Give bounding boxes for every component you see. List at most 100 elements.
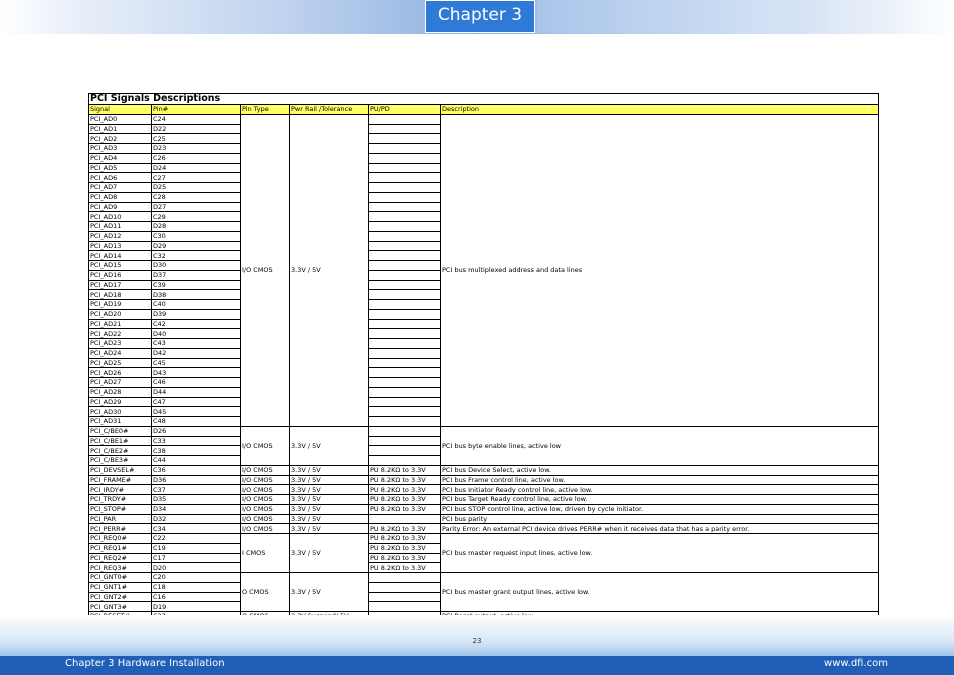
signal-cell: PCI_C/BE3# xyxy=(88,455,152,466)
header-stripe xyxy=(537,0,837,33)
pin-cell: C24 xyxy=(151,113,241,125)
column-header: Description xyxy=(439,104,880,115)
pin-cell: D23 xyxy=(151,143,241,154)
signal-cell: PCI_AD30 xyxy=(88,406,152,417)
description-cell: PCI bus parity xyxy=(439,513,880,525)
pwr-rail-cell: 3.3V / 5V xyxy=(289,494,369,505)
signal-cell: PCI_AD10 xyxy=(88,211,152,222)
pin-cell: D24 xyxy=(151,162,241,174)
pu-pd-cell xyxy=(368,396,441,408)
table-row: PCI_AD0 C24 I/O CMOS 3.3V / 5V PCI bus multi… xyxy=(88,113,880,427)
pin-cell: C44 xyxy=(151,455,241,466)
column-header: Pin# xyxy=(151,104,241,115)
pu-pd-cell xyxy=(368,377,441,388)
signal-cell: PCI_AD27 xyxy=(88,377,152,388)
signal-cell: PCI_C/BE1# xyxy=(88,435,152,447)
pin-cell: C40 xyxy=(151,299,241,310)
pwr-rail-cell: 3.3V / 5V xyxy=(289,113,369,427)
signal-cell: PCI_PAR xyxy=(88,513,152,525)
pu-pd-cell xyxy=(368,591,441,603)
page-number: 23 xyxy=(472,637,482,645)
pu-pd-cell xyxy=(368,581,441,593)
description-cell: PCI bus Frame control line, active low. xyxy=(439,474,880,486)
signal-cell: PCI_AD15 xyxy=(88,260,152,271)
pin-cell: C45 xyxy=(151,357,241,369)
pwr-rail-cell: 3.3V / 5V xyxy=(289,464,369,476)
pu-pd-cell: PU 8.2KΩ to 3.3V xyxy=(368,484,441,495)
pu-pd-cell: PU 8.2KΩ to 3.3V xyxy=(368,523,441,534)
pu-pd-cell: PU 8.2KΩ to 3.3V xyxy=(368,474,441,486)
pin-cell: C47 xyxy=(151,396,241,408)
pu-pd-cell xyxy=(368,182,441,193)
pin-cell: C22 xyxy=(151,533,241,544)
pin-cell: D32 xyxy=(151,513,241,525)
pu-pd-cell xyxy=(368,308,441,320)
pu-pd-cell xyxy=(368,230,441,242)
pin-cell: C29 xyxy=(151,211,241,222)
signal-cell: PCI_AD6 xyxy=(88,172,152,183)
signal-cell: PCI_AD18 xyxy=(88,289,152,300)
column-header: PU/PD xyxy=(368,104,441,115)
pin-cell: C16 xyxy=(151,591,241,603)
pu-pd-cell xyxy=(368,425,441,437)
pwr-rail-cell: 3.3V / 5V xyxy=(289,474,369,486)
pu-pd-cell: PU 8.2KΩ to 3.3V xyxy=(368,552,441,564)
pin-cell: C26 xyxy=(151,152,241,164)
pin-cell: C39 xyxy=(151,279,241,291)
pu-pd-cell xyxy=(368,172,441,183)
pin-cell: C46 xyxy=(151,377,241,388)
pu-pd-cell xyxy=(368,572,441,583)
pin-cell: D43 xyxy=(151,367,241,378)
pin-cell: C27 xyxy=(151,172,241,183)
pu-pd-cell xyxy=(368,269,441,281)
signal-cell: PCI_GNT0# xyxy=(88,572,152,583)
pin-cell: D29 xyxy=(151,240,241,252)
pin-cell: C36 xyxy=(151,464,241,476)
table-row: PCI_C/BE0# D26 I/O CMOS 3.3V / 5V PCI bus by… xyxy=(88,425,880,466)
description-cell: PCI bus STOP control line, active low, d… xyxy=(439,503,880,515)
signal-cell: PCI_AD2 xyxy=(88,133,152,144)
pin-type-cell: I/O CMOS xyxy=(240,484,290,495)
table-row: PCI_DEVSEL# C36 I/O CMOS 3.3V / 5V PU 8.2KΩ … xyxy=(88,464,880,476)
signal-cell: PCI_REQ2# xyxy=(88,552,152,564)
pu-pd-cell xyxy=(368,260,441,271)
signal-cell: PCI_AD14 xyxy=(88,250,152,261)
pin-cell: D37 xyxy=(151,269,241,281)
signal-cell: PCI_FRAME# xyxy=(88,474,152,486)
pu-pd-cell: PU 8.2KΩ to 3.3V xyxy=(368,464,441,476)
signal-cell: PCI_AD3 xyxy=(88,143,152,154)
signal-cell: PCI_AD26 xyxy=(88,367,152,378)
pu-pd-cell xyxy=(368,143,441,154)
pu-pd-cell xyxy=(368,133,441,144)
pu-pd-cell xyxy=(368,601,441,612)
signal-cell: PCI_AD12 xyxy=(88,230,152,242)
pwr-rail-cell: 3.3V / 5V xyxy=(289,425,369,466)
signal-cell: PCI_AD19 xyxy=(88,299,152,310)
signal-cell: PCI_C/BE0# xyxy=(88,425,152,437)
column-header: Pin Type xyxy=(240,104,290,115)
signal-cell: PCI_PERR# xyxy=(88,523,152,534)
signal-cell: PCI_AD21 xyxy=(88,318,152,330)
table-row: PCI_FRAME# D36 I/O CMOS 3.3V / 5V PU 8.2KΩ t… xyxy=(88,474,880,486)
signal-cell: PCI_AD7 xyxy=(88,182,152,193)
table-row: PCI_REQ0# C22 I CMOS 3.3V / 5V PU 8.2KΩ to 3… xyxy=(88,533,880,573)
pu-pd-cell xyxy=(368,367,441,378)
pin-cell: D45 xyxy=(151,406,241,417)
pu-pd-cell xyxy=(368,455,441,466)
table-row: PCI_GNT0# C20 O CMOS 3.3V / 5V PCI bus maste… xyxy=(88,572,880,612)
pwr-rail-cell: 3.3V / 5V xyxy=(289,513,369,525)
pu-pd-cell xyxy=(368,289,441,300)
pin-cell: C42 xyxy=(151,318,241,330)
pin-cell: D30 xyxy=(151,260,241,271)
table-row: PCI_IRDY# C37 I/O CMOS 3.3V / 5V PU 8.2KΩ to… xyxy=(88,484,880,495)
pu-pd-cell xyxy=(368,162,441,174)
description-cell: PCI bus master request input lines, acti… xyxy=(439,533,880,573)
pin-cell: C48 xyxy=(151,416,241,427)
pin-cell: C34 xyxy=(151,523,241,534)
description-cell: Parity Error: An external PCI device dri… xyxy=(439,523,880,534)
signal-cell: PCI_GNT2# xyxy=(88,591,152,603)
pin-cell: D22 xyxy=(151,123,241,135)
pu-pd-cell: PU 8.2KΩ to 3.3V xyxy=(368,503,441,515)
pin-type-cell: I/O CMOS xyxy=(240,474,290,486)
pu-pd-cell xyxy=(368,152,441,164)
